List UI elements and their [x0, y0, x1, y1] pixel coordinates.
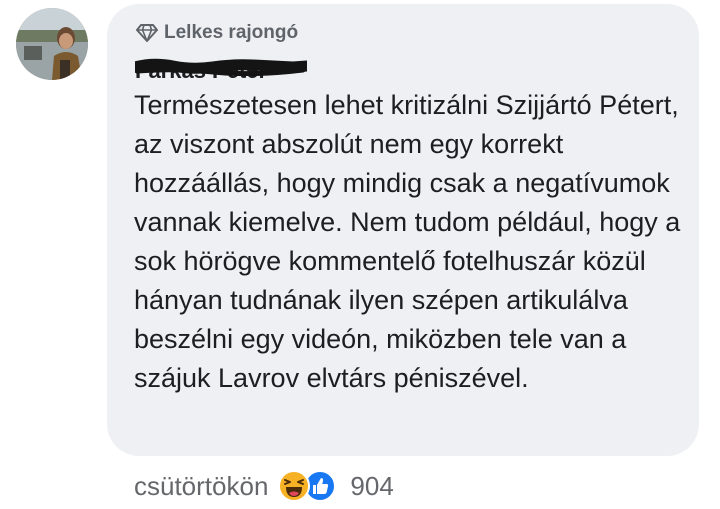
avatar[interactable] — [16, 8, 88, 80]
comment-bubble: Lelkes rajongó Farkas Péter Természetese… — [107, 4, 699, 456]
reactions-summary[interactable] — [278, 468, 337, 504]
redaction-scribble — [135, 58, 307, 76]
avatar-photo — [16, 8, 88, 80]
comment-text: Természetesen lehet kritizálni Szijjártó… — [134, 90, 681, 393]
fan-badge[interactable]: Lelkes rajongó — [136, 22, 298, 44]
author-name[interactable]: Farkas Péter — [135, 54, 307, 82]
reaction-count[interactable]: 904 — [350, 471, 393, 502]
haha-icon — [278, 470, 311, 502]
comment-screen: Lelkes rajongó Farkas Péter Természetese… — [0, 0, 720, 509]
diamond-icon — [136, 23, 158, 43]
comment-footer: csütörtökön 904 — [134, 468, 394, 504]
timestamp[interactable]: csütörtökön — [134, 471, 268, 502]
badge-label: Lelkes rajongó — [164, 22, 299, 43]
